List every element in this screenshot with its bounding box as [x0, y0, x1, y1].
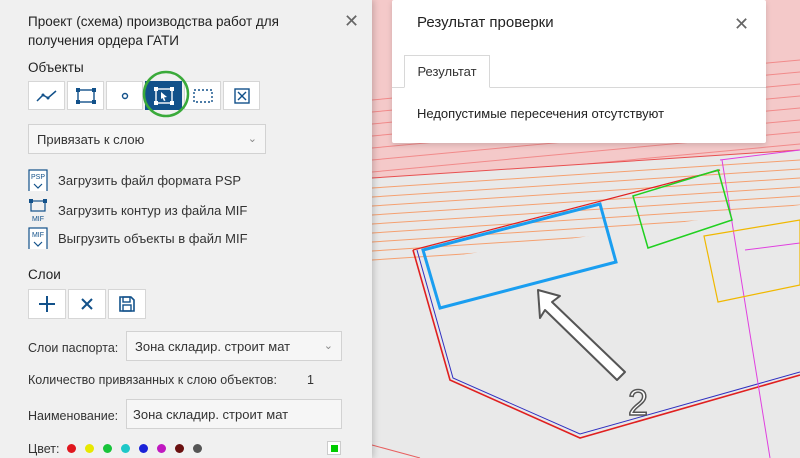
color-swatch-magenta[interactable] [157, 444, 166, 453]
export-mif-label: Выгрузить объекты в файл MIF [58, 230, 248, 246]
polygon-icon [75, 87, 96, 104]
objects-label: Объекты [28, 60, 84, 75]
color-swatch-red[interactable] [67, 444, 76, 453]
color-swatch-blue[interactable] [139, 444, 148, 453]
color-swatch-cyan[interactable] [121, 444, 130, 453]
result-title: Результат проверки [417, 14, 554, 31]
upload-psp-link[interactable]: PSP Загрузить файл формата PSP [28, 169, 241, 191]
upload-psp-label: Загрузить файл формата PSP [58, 172, 242, 188]
delete-rect-icon [233, 87, 250, 104]
objects-count-value: 1 [307, 373, 314, 387]
name-label: Наименование: [28, 409, 119, 423]
delete-object-button[interactable] [223, 81, 260, 110]
chevron-down-icon: ⌄ [247, 133, 257, 145]
svg-text:PSP: PSP [31, 174, 45, 181]
delete-layer-button[interactable] [68, 289, 106, 319]
svg-text:MIF: MIF [32, 232, 44, 239]
close-icon [81, 298, 93, 310]
result-message: Недопустимые пересечения отсутствуют [417, 106, 665, 121]
check-result-dialog: Результат проверки ✕ Результат Недопусти… [392, 0, 766, 143]
bind-layer-select[interactable]: Привязать к слою ⌄ [28, 124, 266, 154]
tab-result[interactable]: Результат [404, 55, 490, 88]
psp-file-icon: PSP [28, 169, 48, 191]
result-close-icon[interactable]: ✕ [734, 15, 749, 33]
layers-toolbar [28, 289, 148, 319]
mif-contour-icon: MIF [29, 199, 47, 221]
bind-layer-select-value: Привязать к слою [37, 132, 145, 147]
passport-layers-label: Слои паспорта: [28, 341, 119, 355]
layers-label: Слои [28, 267, 61, 282]
upload-mif-label: Загрузить контур из файла MIF [58, 202, 248, 218]
polyline-icon [35, 89, 56, 102]
objects-count-label: Количество привязанных к слою объектов: [28, 373, 277, 387]
color-swatch-gray[interactable] [193, 444, 202, 453]
color-swatch-maroon[interactable] [175, 444, 184, 453]
color-swatch-green[interactable] [103, 444, 112, 453]
annotation-number-2: 2 [627, 381, 649, 424]
dashed-rect-icon [192, 88, 213, 103]
color-palette [67, 444, 211, 453]
selected-color-swatch [330, 444, 338, 452]
draw-polygon-button[interactable] [67, 81, 104, 110]
passport-layers-value: Зона складир. строит мат [135, 339, 291, 354]
selected-color-indicator[interactable] [327, 441, 341, 455]
name-input[interactable]: Зона складир. строит мат [126, 399, 342, 429]
save-icon [119, 296, 135, 312]
draw-point-button[interactable] [106, 81, 143, 110]
add-layer-button[interactable] [28, 289, 66, 319]
color-swatch-yellow[interactable] [85, 444, 94, 453]
panel-title: Проект (схема) производства работ для по… [28, 14, 279, 48]
project-panel: Проект (схема) производства работ для по… [0, 0, 372, 458]
panel-close-icon[interactable]: ✕ [344, 12, 359, 30]
mif-export-icon: MIF [28, 227, 48, 249]
plus-icon [39, 296, 55, 312]
point-icon [121, 92, 128, 99]
draw-line-button[interactable] [28, 81, 65, 110]
export-mif-link[interactable]: MIF Выгрузить объекты в файл MIF [28, 227, 248, 249]
passport-layers-select[interactable]: Зона складир. строит мат ⌄ [126, 331, 342, 361]
upload-mif-link[interactable]: MIF Загрузить контур из файла MIF [28, 199, 247, 221]
color-label: Цвет: [28, 442, 60, 456]
svg-text:MIF: MIF [32, 216, 44, 221]
highlight-circle [142, 70, 190, 118]
save-layer-button[interactable] [108, 289, 146, 319]
chevron-down-icon: ⌄ [323, 340, 333, 352]
